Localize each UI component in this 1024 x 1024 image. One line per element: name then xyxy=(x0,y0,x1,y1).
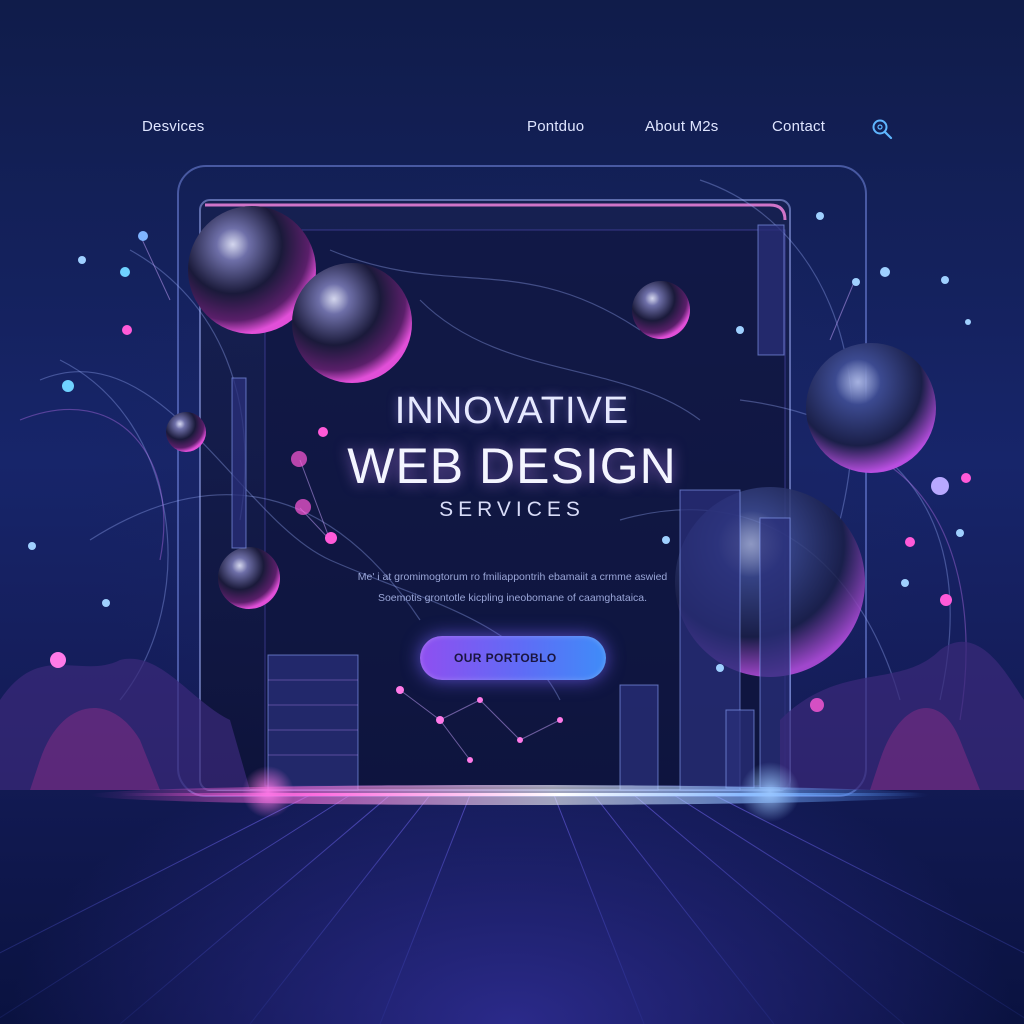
portfolio-cta-button[interactable]: OUR PORTOBLO xyxy=(420,636,606,680)
nav-link-portfolio[interactable]: Pontduo xyxy=(527,118,584,135)
hero-title-line-1: INNOVATIVE xyxy=(394,390,630,432)
search-icon[interactable] xyxy=(871,118,895,142)
nav-link-contact[interactable]: Contact xyxy=(772,118,825,135)
hero-description: Me' i at gromimogtorum ro fmiliappontrih… xyxy=(320,567,705,609)
nav-link-about[interactable]: About M2s xyxy=(645,118,719,135)
hero-description-line-2: Soemotis grontotle kicpling ineobomane o… xyxy=(377,592,648,604)
hero-subtitle: SERVICES xyxy=(439,498,585,521)
hero-title-line-2: WEB DESIGN xyxy=(347,438,677,494)
nav-link-services[interactable]: Desvices xyxy=(142,118,204,135)
hero-description-line-1: Me' i at gromimogtorum ro fmiliappontrih… xyxy=(357,571,668,583)
